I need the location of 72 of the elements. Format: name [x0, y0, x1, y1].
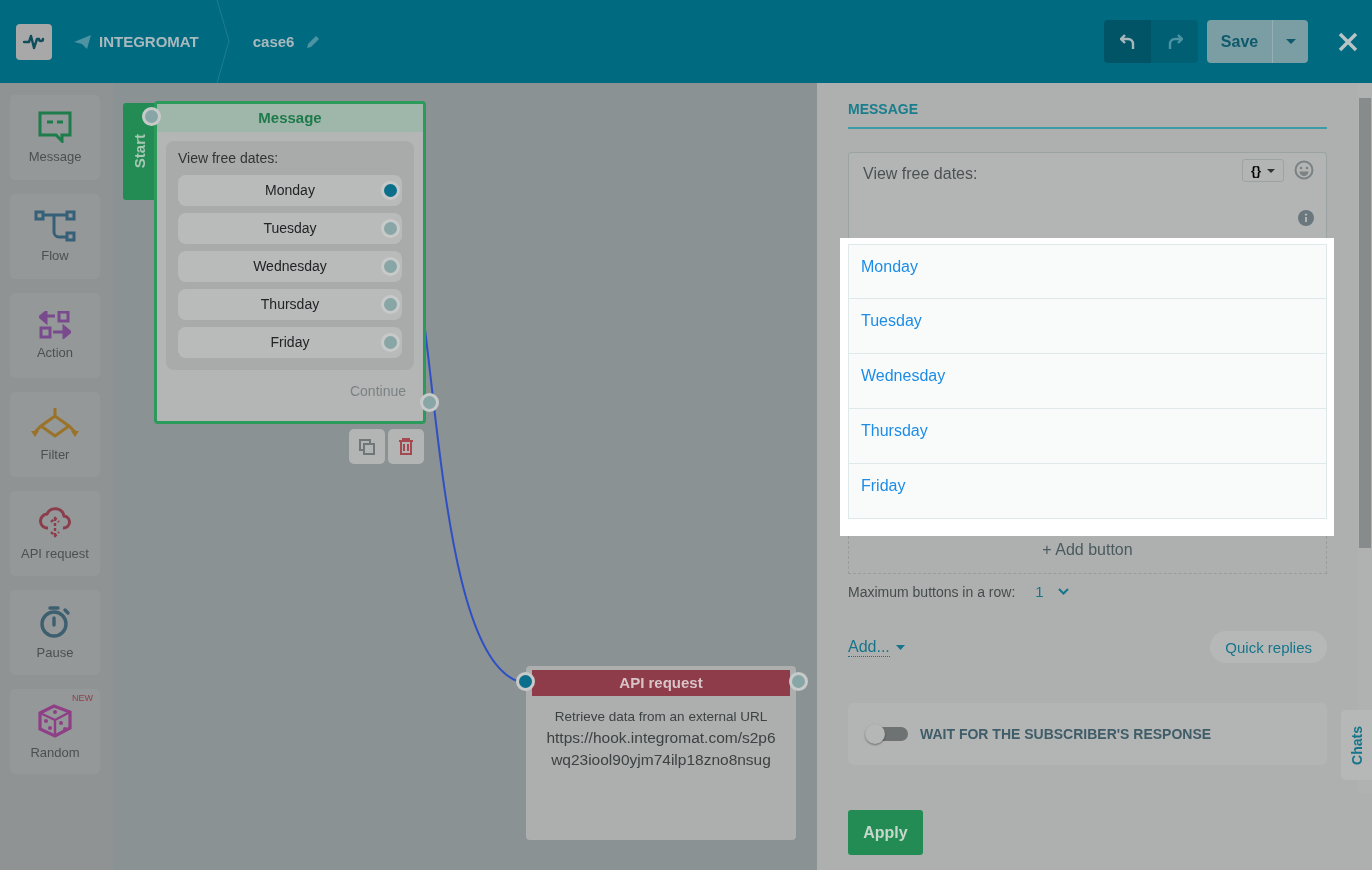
max-buttons-select[interactable]: 1 — [1029, 582, 1075, 601]
tool-label: Message — [28, 149, 82, 164]
node-button[interactable]: Friday — [178, 327, 402, 358]
max-buttons-label: Maximum buttons in a row: — [848, 583, 1016, 600]
brand-name[interactable]: INTEGROMAT — [99, 33, 199, 50]
paper-plane-icon — [74, 34, 91, 49]
tool-card[interactable]: Message — [10, 95, 100, 180]
button-row[interactable]: Thursday — [848, 409, 1327, 464]
add-menu-button[interactable]: Add... — [848, 637, 905, 657]
button-row[interactable]: Monday — [848, 244, 1327, 299]
caret-icon — [895, 644, 905, 650]
node-url: https://hook.integromat.com/s2p6wq23iool90yjm74ilp18zno8nsug — [546, 728, 776, 770]
tool-card[interactable]: API request — [10, 491, 100, 576]
arrows-icon — [39, 311, 71, 339]
chats-tab[interactable]: Chats — [1341, 710, 1372, 780]
undo-button[interactable] — [1104, 20, 1151, 63]
redo-button[interactable] — [1151, 20, 1198, 63]
button-row[interactable]: Tuesday — [848, 299, 1327, 354]
stopwatch-icon — [39, 605, 71, 639]
tool-label: Filter — [40, 447, 70, 462]
tool-card[interactable]: Pause — [10, 590, 100, 675]
delete-button[interactable] — [388, 429, 424, 464]
message-text: View free dates: — [178, 150, 280, 166]
tool-card[interactable]: Flow — [10, 194, 100, 279]
close-button[interactable] — [1338, 31, 1358, 52]
api-request-node[interactable]: API request Retrieve data from an external URL https://hook.integromat.com/s2p6wq23iool90yjm74ilp18zno8nsug — [526, 666, 796, 840]
dice-icon — [37, 703, 73, 739]
chevron-down-icon — [1057, 588, 1069, 595]
caret-icon — [1267, 168, 1276, 173]
apply-button[interactable]: Apply — [848, 810, 923, 855]
speech-bubble-icon — [38, 111, 72, 143]
node-button[interactable]: Wednesday — [178, 251, 402, 282]
message-node[interactable]: Message View free dates: Monday Tuesday Wednesday Thursday Friday Continue — [154, 101, 426, 424]
node-title: Message — [157, 104, 423, 132]
add-button[interactable]: + Add button — [848, 536, 1327, 574]
flow-diagram-icon — [34, 210, 76, 242]
variables-button[interactable]: {} — [1242, 159, 1284, 182]
button-row[interactable]: Friday — [848, 464, 1327, 519]
copy-button[interactable] — [349, 429, 385, 464]
tool-label: Action — [36, 345, 74, 360]
tool-label: API request — [21, 546, 89, 561]
start-label: Start — [130, 134, 148, 169]
copy-icon — [359, 438, 375, 455]
info-icon[interactable] — [1298, 210, 1314, 226]
node-button[interactable]: Tuesday — [178, 213, 402, 244]
undo-icon — [1119, 32, 1136, 51]
emoji-icon[interactable] — [1294, 160, 1314, 180]
trash-icon — [398, 438, 414, 455]
wait-label: WAIT FOR THE SUBSCRIBER'S RESPONSE — [920, 726, 1212, 742]
quick-replies-button[interactable]: Quick replies — [1210, 631, 1327, 663]
node-button[interactable]: Thursday — [178, 289, 402, 320]
button-row[interactable]: Wednesday — [848, 354, 1327, 409]
node-title: API request — [532, 670, 790, 696]
tool-label: Pause — [36, 645, 74, 660]
node-description: Retrieve data from an external URL — [553, 709, 769, 724]
output-port[interactable] — [381, 181, 400, 200]
toggle-switch[interactable] — [866, 727, 908, 741]
redo-icon — [1166, 32, 1183, 51]
tool-label: Random — [30, 745, 80, 760]
scenario-name[interactable]: case6 — [252, 33, 295, 50]
logo-icon[interactable] — [16, 23, 52, 60]
tool-label: Flow — [41, 248, 69, 263]
continue-label: Continue — [349, 383, 406, 399]
new-label: NEW — [72, 693, 93, 703]
node-button[interactable]: Monday — [178, 175, 402, 206]
cloud-icon — [38, 506, 72, 540]
section-title: MESSAGE — [848, 101, 1327, 129]
caret-icon — [1285, 39, 1296, 44]
tool-card[interactable]: Action — [10, 293, 100, 378]
tool-card[interactable]: Filter — [10, 392, 100, 477]
tool-card[interactable]: NEW Random — [10, 689, 100, 774]
pencil-icon[interactable] — [306, 34, 322, 49]
